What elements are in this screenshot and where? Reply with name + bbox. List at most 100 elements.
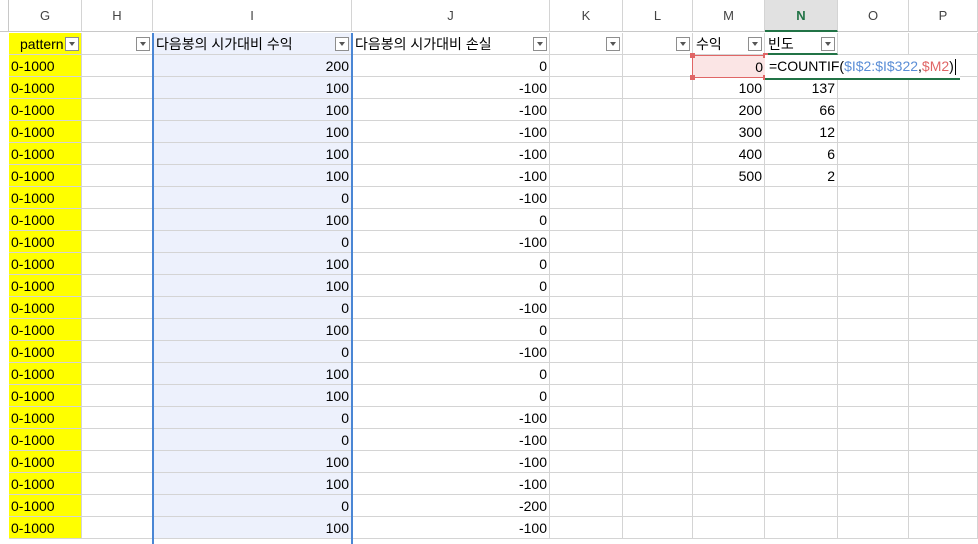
cell-h-row[interactable] bbox=[82, 407, 153, 429]
cell-i-row[interactable]: 100 bbox=[153, 99, 352, 121]
cell-o-row[interactable] bbox=[838, 407, 909, 429]
cell-p-row[interactable] bbox=[909, 231, 978, 253]
cell-l-row[interactable] bbox=[623, 275, 693, 297]
cell-h-row[interactable] bbox=[82, 451, 153, 473]
cell-g-row[interactable]: 0-1000 bbox=[9, 319, 82, 341]
cell-j-row[interactable]: -200 bbox=[352, 495, 550, 517]
cell-g-row[interactable]: 0-1000 bbox=[9, 495, 82, 517]
cell-l-row[interactable] bbox=[623, 165, 693, 187]
cell-o-row[interactable] bbox=[838, 385, 909, 407]
cell-p-row[interactable] bbox=[909, 253, 978, 275]
cell-p-row[interactable] bbox=[909, 363, 978, 385]
cell-k-row[interactable] bbox=[550, 187, 623, 209]
cell-o-row[interactable] bbox=[838, 517, 909, 539]
cell-k-row[interactable] bbox=[550, 473, 623, 495]
cell-m-row[interactable]: 300 bbox=[693, 121, 765, 143]
cell-p-row[interactable] bbox=[909, 385, 978, 407]
cell-g-row[interactable]: 0-1000 bbox=[9, 187, 82, 209]
cell-h-row[interactable] bbox=[82, 429, 153, 451]
cell-j-row[interactable]: -100 bbox=[352, 121, 550, 143]
header-cell-g[interactable]: pattern bbox=[9, 33, 82, 55]
cell-m-row[interactable] bbox=[693, 517, 765, 539]
cell-p-row[interactable] bbox=[909, 99, 978, 121]
cell-k-row[interactable] bbox=[550, 99, 623, 121]
cell-i-row[interactable]: 100 bbox=[153, 143, 352, 165]
cell-n-row[interactable]: 137 bbox=[765, 77, 838, 99]
filter-dropdown-icon[interactable] bbox=[533, 37, 547, 51]
cell-g-row[interactable]: 0-1000 bbox=[9, 121, 82, 143]
cell-p-row[interactable] bbox=[909, 407, 978, 429]
cell-o-row[interactable] bbox=[838, 451, 909, 473]
header-cell-k[interactable] bbox=[550, 33, 623, 55]
cell-i-row[interactable]: 100 bbox=[153, 275, 352, 297]
cell-l-row[interactable] bbox=[623, 429, 693, 451]
header-cell-h[interactable] bbox=[82, 33, 153, 55]
cell-g-row[interactable]: 0-1000 bbox=[9, 517, 82, 539]
cell-g-row[interactable]: 0-1000 bbox=[9, 341, 82, 363]
header-cell-i[interactable]: 다음봉의 시가대비 수익 bbox=[153, 33, 352, 55]
cell-o-row[interactable] bbox=[838, 319, 909, 341]
cell-m-row[interactable] bbox=[693, 473, 765, 495]
header-cell-n[interactable]: 빈도 bbox=[765, 33, 838, 55]
cell-h-row[interactable] bbox=[82, 121, 153, 143]
cell-i-row[interactable]: 100 bbox=[153, 165, 352, 187]
cell-p-row[interactable] bbox=[909, 165, 978, 187]
cell-k-row[interactable] bbox=[550, 55, 623, 77]
cell-m2[interactable]: 0 bbox=[693, 56, 765, 78]
cell-p-row[interactable] bbox=[909, 297, 978, 319]
cell-k-row[interactable] bbox=[550, 517, 623, 539]
cell-l-row[interactable] bbox=[623, 385, 693, 407]
cell-l-row[interactable] bbox=[623, 517, 693, 539]
cell-h-row[interactable] bbox=[82, 363, 153, 385]
cell-l-row[interactable] bbox=[623, 407, 693, 429]
cell-n-row[interactable] bbox=[765, 253, 838, 275]
column-header-i[interactable]: I bbox=[153, 0, 352, 32]
cell-m-row[interactable] bbox=[693, 451, 765, 473]
cell-o-row[interactable] bbox=[838, 99, 909, 121]
cell-l-row[interactable] bbox=[623, 473, 693, 495]
cell-m-row[interactable] bbox=[693, 363, 765, 385]
filter-dropdown-icon[interactable] bbox=[136, 37, 150, 51]
cell-i-row[interactable]: 100 bbox=[153, 385, 352, 407]
cell-i-row[interactable]: 100 bbox=[153, 209, 352, 231]
cell-k-row[interactable] bbox=[550, 165, 623, 187]
cell-m-row[interactable] bbox=[693, 319, 765, 341]
cell-o-row[interactable] bbox=[838, 429, 909, 451]
cell-m-row[interactable] bbox=[693, 297, 765, 319]
cell-l-row[interactable] bbox=[623, 143, 693, 165]
cell-j-row[interactable]: 0 bbox=[352, 363, 550, 385]
cell-i-row[interactable]: 0 bbox=[153, 297, 352, 319]
cell-h-row[interactable] bbox=[82, 517, 153, 539]
column-header-n[interactable]: N bbox=[765, 0, 838, 32]
cell-o-row[interactable] bbox=[838, 253, 909, 275]
cell-k-row[interactable] bbox=[550, 275, 623, 297]
cell-k-row[interactable] bbox=[550, 319, 623, 341]
cell-k-row[interactable] bbox=[550, 495, 623, 517]
cell-o-row[interactable] bbox=[838, 231, 909, 253]
cell-m-row[interactable] bbox=[693, 187, 765, 209]
cell-l-row[interactable] bbox=[623, 319, 693, 341]
cell-m-row[interactable] bbox=[693, 253, 765, 275]
cell-n-row[interactable]: 66 bbox=[765, 99, 838, 121]
cell-g-row[interactable]: 0-1000 bbox=[9, 99, 82, 121]
cell-l-row[interactable] bbox=[623, 121, 693, 143]
cell-j-row[interactable]: -100 bbox=[352, 429, 550, 451]
cell-h-row[interactable] bbox=[82, 55, 153, 77]
cell-j-row[interactable]: -100 bbox=[352, 517, 550, 539]
cell-m-row[interactable] bbox=[693, 275, 765, 297]
cell-i-row[interactable]: 200 bbox=[153, 55, 352, 77]
cell-m-row[interactable]: 100 bbox=[693, 77, 765, 99]
cell-m-row[interactable] bbox=[693, 407, 765, 429]
cell-n-row[interactable] bbox=[765, 495, 838, 517]
cell-k-row[interactable] bbox=[550, 407, 623, 429]
cell-g-row[interactable]: 0-1000 bbox=[9, 407, 82, 429]
cell-h-row[interactable] bbox=[82, 165, 153, 187]
cell-m-row[interactable]: 500 bbox=[693, 165, 765, 187]
cell-k-row[interactable] bbox=[550, 341, 623, 363]
cell-g-row[interactable]: 0-1000 bbox=[9, 143, 82, 165]
cell-j-row[interactable]: 0 bbox=[352, 275, 550, 297]
cell-o-row[interactable] bbox=[838, 77, 909, 99]
cell-h-row[interactable] bbox=[82, 319, 153, 341]
cell-j-row[interactable]: -100 bbox=[352, 77, 550, 99]
cell-p-row[interactable] bbox=[909, 319, 978, 341]
